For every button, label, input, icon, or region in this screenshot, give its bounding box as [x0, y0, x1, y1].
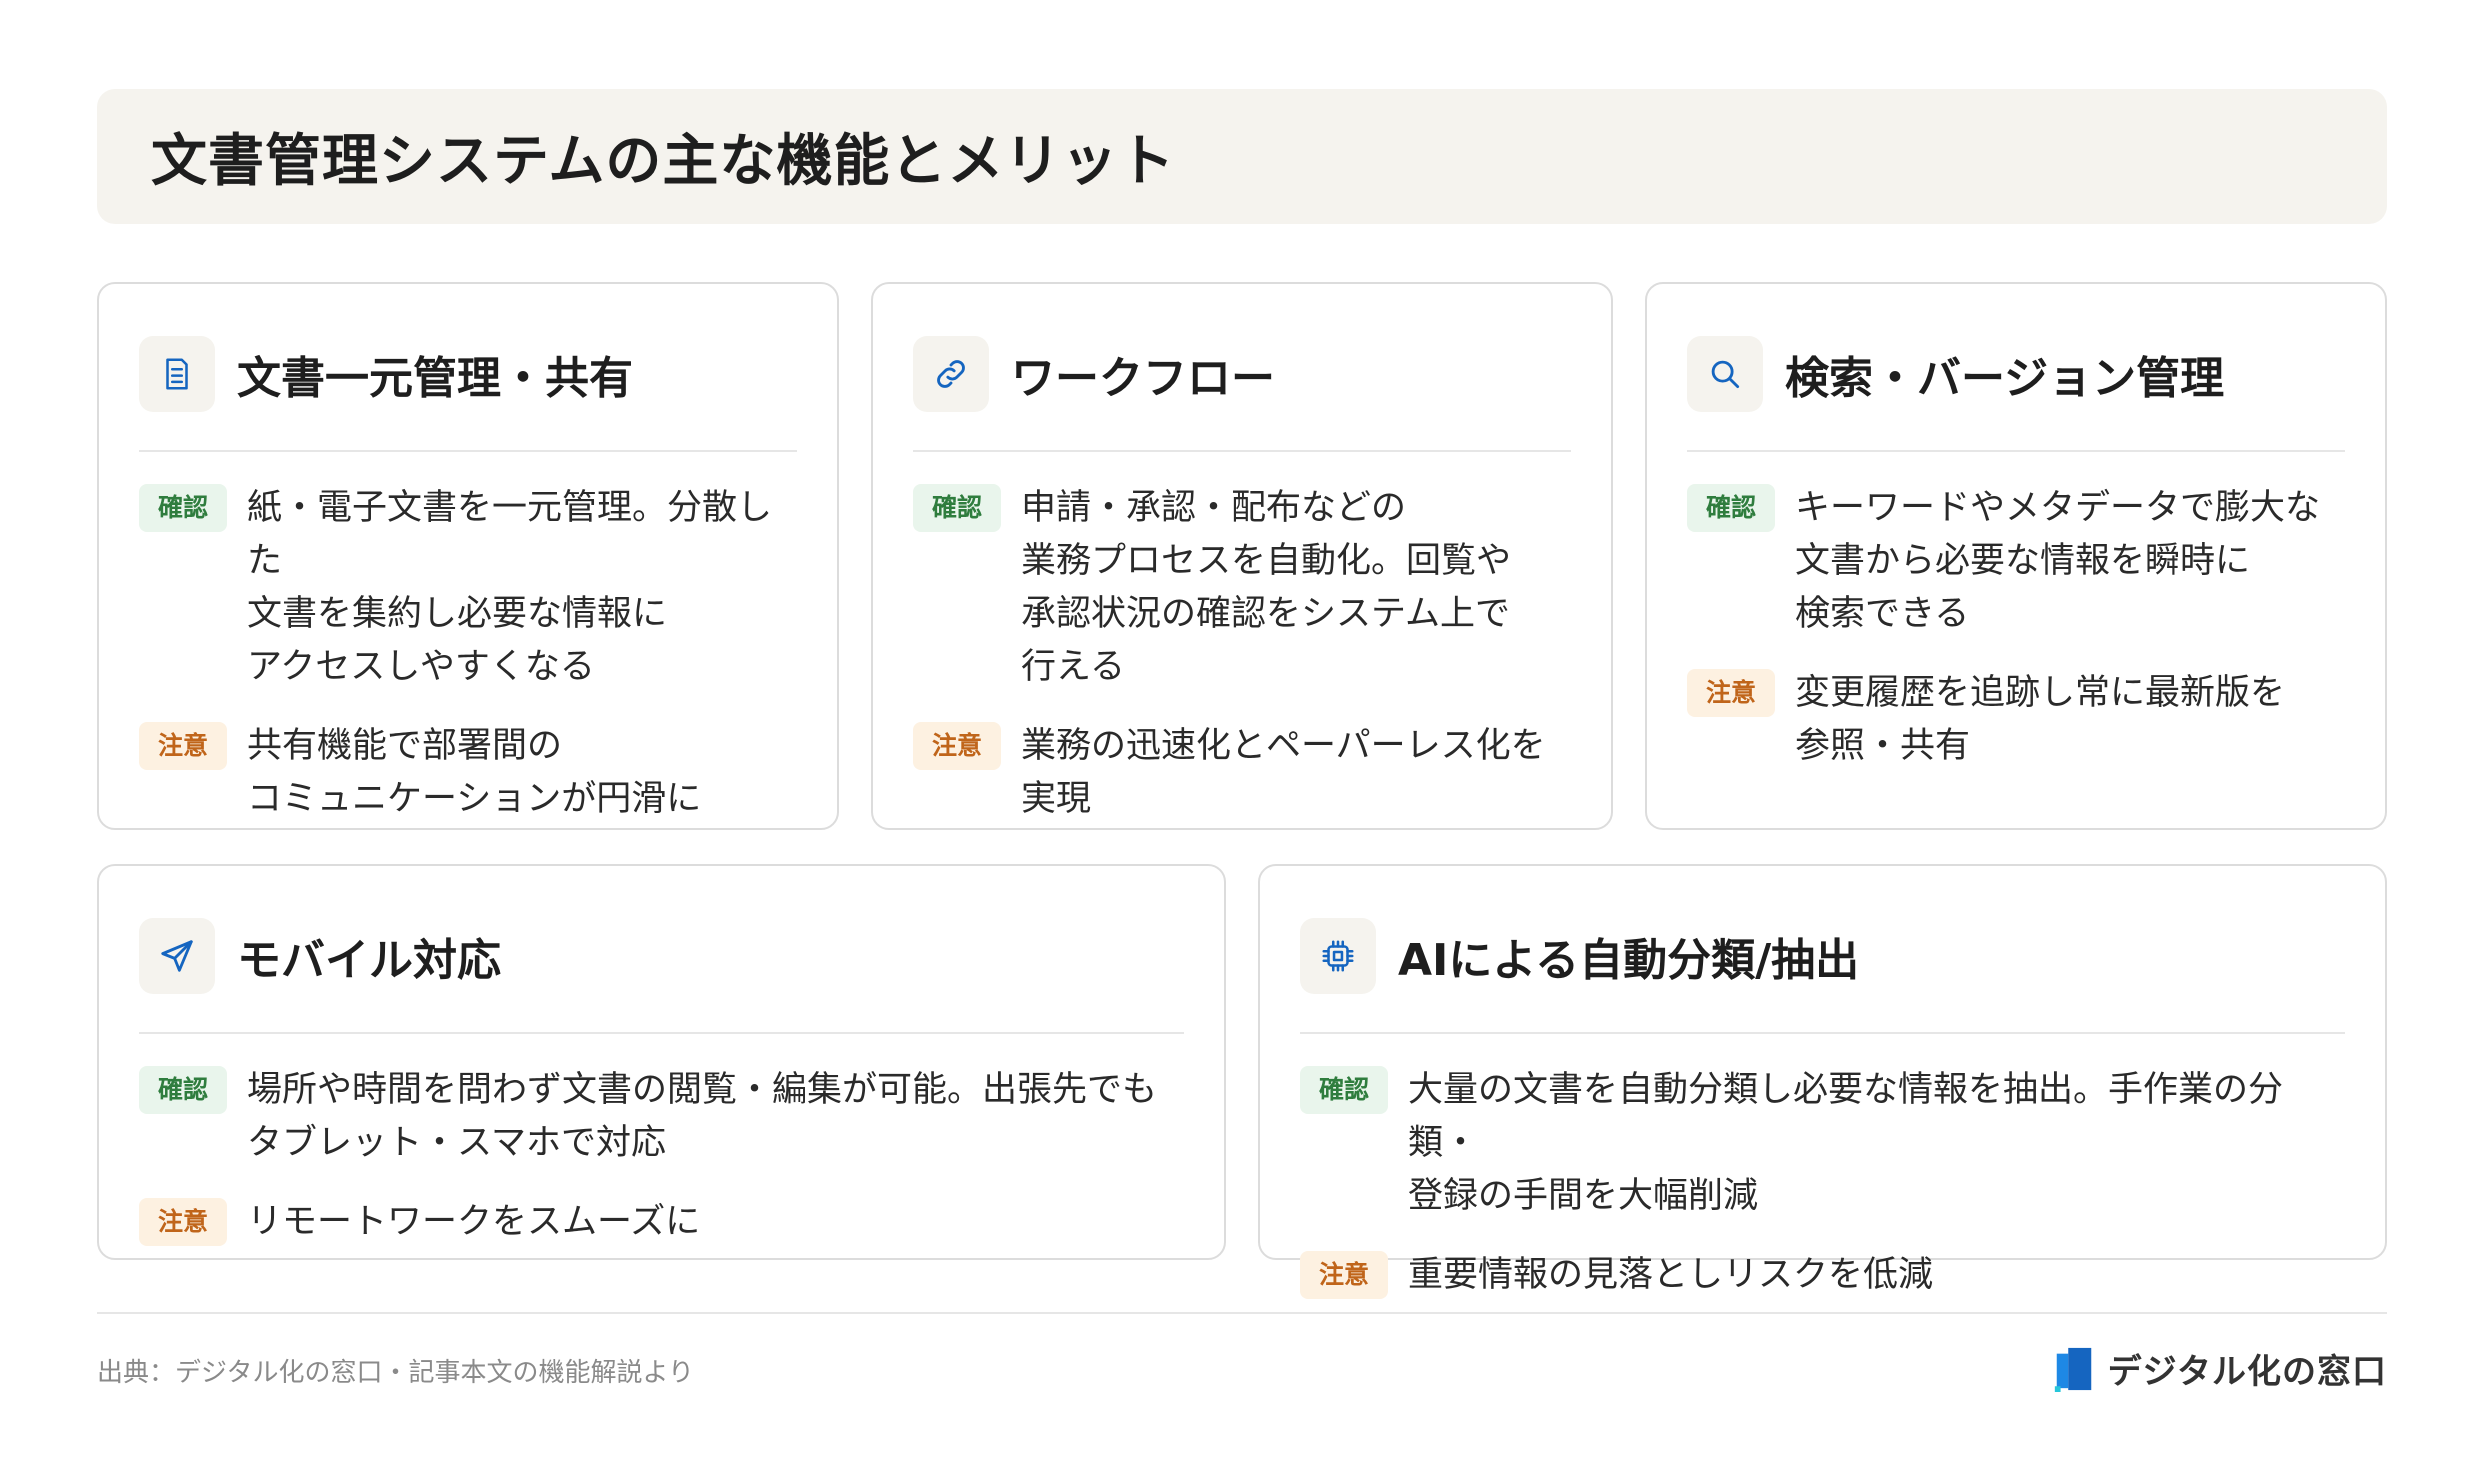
note-row: 注意 変更履歴を追跡し常に最新版を 参照・共有 — [1687, 667, 2345, 773]
caution-badge: 注意 — [913, 722, 1001, 770]
link-icon — [913, 336, 989, 412]
feature-card-ai-classification: AIによる自動分類/抽出 確認 大量の文書を自動分類し必要な情報を抽出。手作業の… — [1258, 864, 2387, 1299]
note-text: 重要情報の見落としリスクを低減 — [1408, 1255, 1934, 1295]
benefit-row: 確認 場所や時間を問わず文書の閲覧・編集が可能。出張先でも タブレット・スマホで… — [139, 1064, 1184, 1170]
note-text: 共有機能で部署間の コミュニケーションが円滑に — [247, 726, 702, 819]
confirm-badge: 確認 — [1687, 484, 1775, 532]
card-title: 文書一元管理・共有 — [237, 353, 633, 404]
card-header: モバイル対応 — [139, 906, 1184, 1034]
feature-card-search-version: 検索・バージョン管理 確認 キーワードやメタデータで膨大な 文書から必要な情報を… — [1645, 282, 2387, 830]
note-text: 変更履歴を追跡し常に最新版を 参照・共有 — [1795, 673, 2286, 766]
feature-card-document-management: 文書一元管理・共有 確認 紙・電子文書を一元管理。分散した 文書を集約し必要な情… — [97, 282, 839, 830]
card-header: 文書一元管理・共有 — [139, 324, 797, 452]
confirm-badge: 確認 — [913, 484, 1001, 532]
source-note: 出典：デジタル化の窓口・記事本文の機能解説より — [97, 1358, 694, 1388]
title-banner: 文書管理システムの主な機能とメリット — [97, 89, 2387, 224]
benefit-text: キーワードやメタデータで膨大な 文書から必要な情報を瞬時に 検索できる — [1795, 488, 2321, 634]
caution-badge: 注意 — [1687, 669, 1775, 717]
note-row: 注意 重要情報の見落としリスクを低減 — [1300, 1249, 2345, 1302]
confirm-badge: 確認 — [139, 484, 227, 532]
note-text: 業務の迅速化とペーパーレス化を 実現 — [1021, 726, 1546, 819]
note-row: 注意 業務の迅速化とペーパーレス化を 実現 — [913, 720, 1571, 826]
benefit-row: 確認 大量の文書を自動分類し必要な情報を抽出。手作業の分類・ 登録の手間を大幅削… — [1300, 1064, 2345, 1223]
caution-badge: 注意 — [1300, 1251, 1388, 1299]
card-title: モバイル対応 — [237, 935, 501, 986]
page-title: 文書管理システムの主な機能とメリット — [151, 129, 1176, 194]
brand-name: デジタル化の窓口 — [2107, 1352, 2387, 1392]
benefit-text: 場所や時間を問わず文書の閲覧・編集が可能。出張先でも タブレット・スマホで対応 — [247, 1070, 1158, 1163]
caution-badge: 注意 — [139, 722, 227, 770]
note-text: リモートワークをスムーズに — [247, 1202, 701, 1242]
brand-mark-icon — [2054, 1347, 2091, 1392]
caution-badge: 注意 — [139, 1198, 227, 1246]
benefit-row: 確認 紙・電子文書を一元管理。分散した 文書を集約し必要な情報に アクセスしやす… — [139, 482, 797, 694]
benefit-text: 紙・電子文書を一元管理。分散した 文書を集約し必要な情報に アクセスしやすくなる — [247, 488, 773, 687]
note-row: 注意 共有機能で部署間の コミュニケーションが円滑に — [139, 720, 797, 826]
send-icon — [139, 918, 215, 994]
chip-icon — [1300, 918, 1376, 994]
note-row: 注意 リモートワークをスムーズに — [139, 1196, 1184, 1249]
confirm-badge: 確認 — [139, 1066, 227, 1114]
document-icon — [139, 336, 215, 412]
card-header: AIによる自動分類/抽出 — [1300, 906, 2345, 1034]
benefit-row: 確認 キーワードやメタデータで膨大な 文書から必要な情報を瞬時に 検索できる — [1687, 482, 2345, 641]
footer-divider — [97, 1312, 2387, 1314]
card-title: ワークフロー — [1011, 353, 1275, 404]
card-header: ワークフロー — [913, 324, 1571, 452]
brand-logo: デジタル化の窓口 — [2054, 1344, 2387, 1393]
benefit-text: 大量の文書を自動分類し必要な情報を抽出。手作業の分類・ 登録の手間を大幅削減 — [1408, 1070, 2284, 1216]
card-title: AIによる自動分類/抽出 — [1398, 935, 1860, 986]
card-title: 検索・バージョン管理 — [1785, 353, 2225, 404]
benefit-row: 確認 申請・承認・配布などの 業務プロセスを自動化。回覧や 承認状況の確認をシス… — [913, 482, 1571, 694]
confirm-badge: 確認 — [1300, 1066, 1388, 1114]
page: 文書管理システムの主な機能とメリット 文書一元管理・共有 確認 紙・電子文書を一… — [0, 0, 2480, 1484]
card-header: 検索・バージョン管理 — [1687, 324, 2345, 452]
feature-card-mobile: モバイル対応 確認 場所や時間を問わず文書の閲覧・編集が可能。出張先でも タブレ… — [97, 864, 1226, 1260]
benefit-text: 申請・承認・配布などの 業務プロセスを自動化。回覧や 承認状況の確認をシステム上… — [1021, 488, 1512, 687]
search-icon — [1687, 336, 1763, 412]
feature-card-workflow: ワークフロー 確認 申請・承認・配布などの 業務プロセスを自動化。回覧や 承認状… — [871, 282, 1613, 830]
